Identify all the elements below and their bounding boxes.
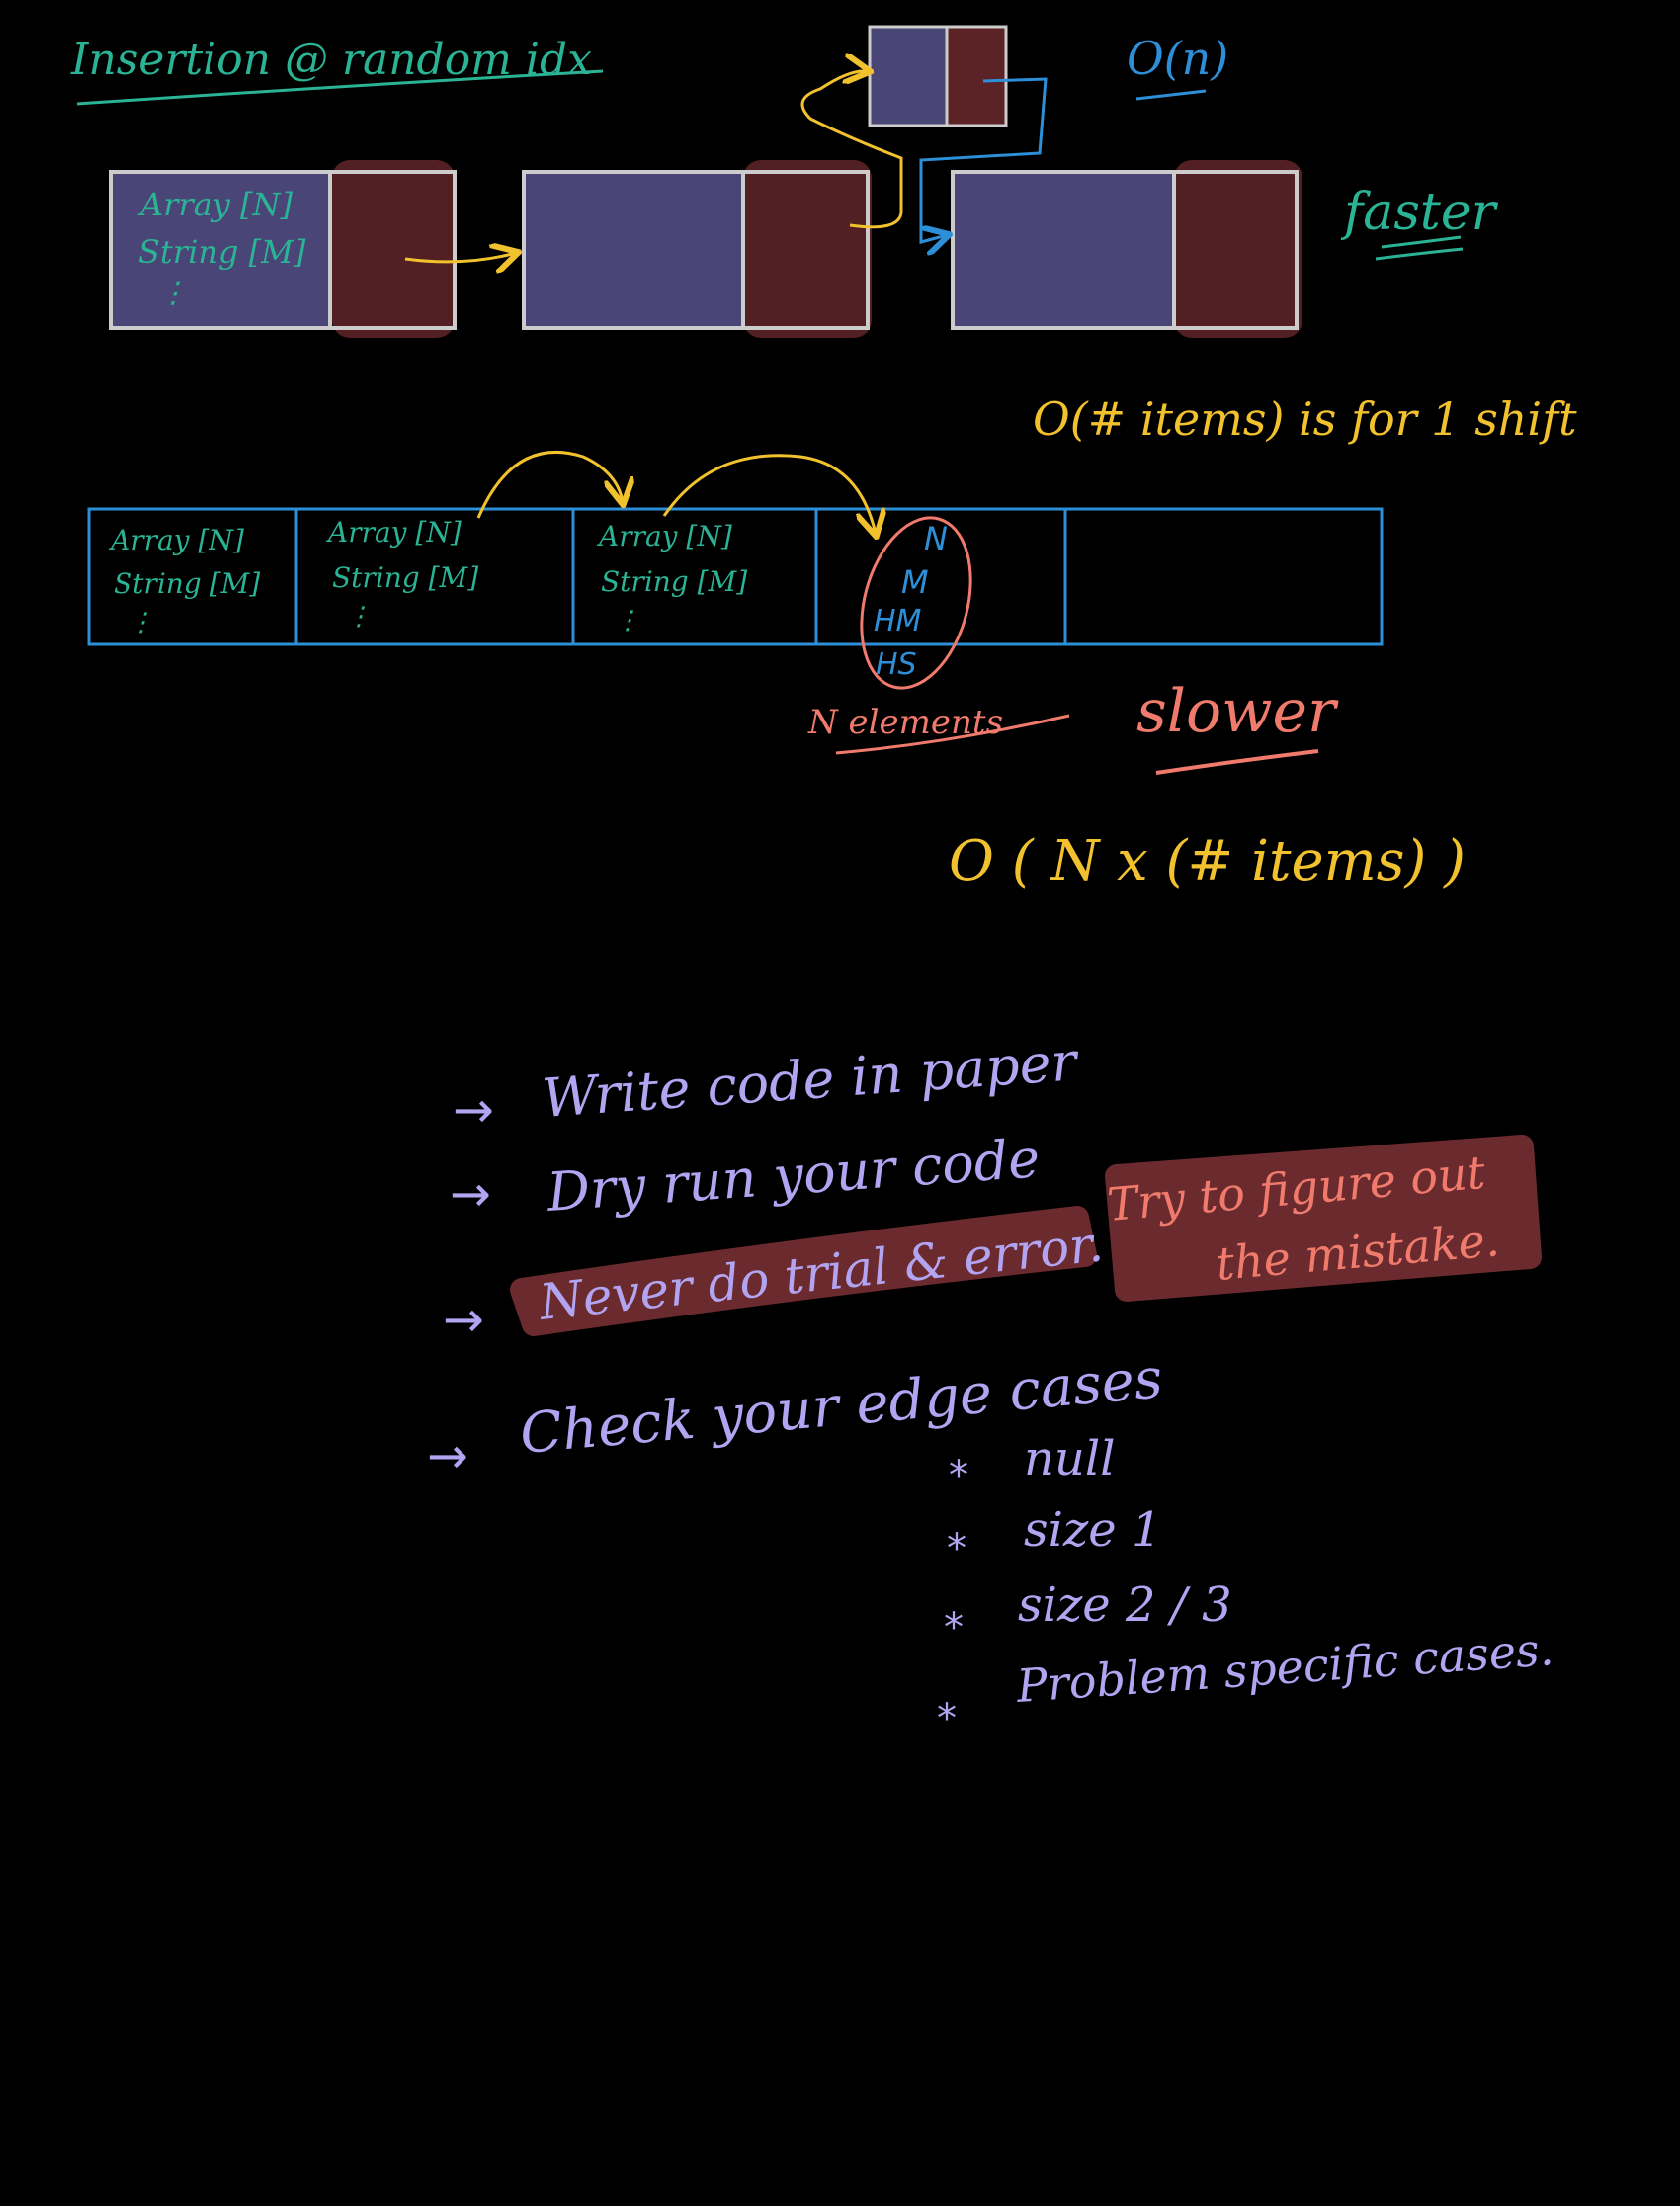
new-node (868, 25, 1008, 127)
linked-list-node-2 (522, 160, 872, 338)
item-n: N (924, 520, 948, 557)
node1-line3: ⋮ (158, 276, 188, 310)
tip-never-trial: Never do trial & error. (536, 1215, 1106, 1331)
edge-bullet-2: * (947, 1526, 966, 1571)
edge-bullet-3: * (944, 1605, 964, 1651)
edge-case-null: null (1024, 1431, 1116, 1486)
array-cell3-line2: String [M] (601, 565, 747, 598)
edge-bullet-4: * (937, 1696, 957, 1741)
item-hs: HS (876, 647, 917, 682)
node1-line1: Array [N] (137, 186, 294, 223)
label-faster: faster (1340, 183, 1499, 242)
array-cell2-line2: String [M] (332, 561, 478, 594)
array-cell3-line3: ⋮ (615, 606, 640, 636)
linked-list-complexity: O(n) (1127, 32, 1228, 85)
linked-list-node-1: Array [N] String [M] ⋮ (109, 160, 457, 338)
tip-arrow-2: → (450, 1165, 491, 1223)
edge-case-size-1: size 1 (1024, 1502, 1161, 1558)
label-slower: slower (1136, 677, 1339, 746)
item-m: M (901, 563, 929, 601)
array-cell3-line1: Array [N] (596, 520, 732, 552)
whiteboard-canvas: Insertion @ random idx O(n) Array [N] St… (70, 25, 1577, 1741)
complexity-underline (1135, 89, 1207, 101)
tip-arrow-3: → (443, 1291, 484, 1348)
new-node-next (947, 27, 1006, 126)
tip-write-code: Write code in paper (541, 1030, 1082, 1130)
array-cell2-line3: ⋮ (346, 602, 372, 632)
tip-dry-run: Dry run your code (545, 1127, 1043, 1224)
item-hm: HM (874, 604, 922, 638)
note-one-shift: O(# items) is for 1 shift (1033, 392, 1577, 446)
tip-arrow-1: → (453, 1081, 494, 1139)
node1-line2: String [M] (138, 233, 306, 271)
edge-bullet-1: * (949, 1453, 968, 1498)
array-cell1-line2: String [M] (114, 567, 260, 600)
new-node-data (870, 27, 947, 126)
array-complexity: O ( N x (# items) ) (949, 829, 1466, 893)
edge-case-problem-specific: Problem specific cases. (1014, 1622, 1555, 1713)
linked-list-node-3 (951, 160, 1302, 338)
tip-arrow-4: → (427, 1427, 468, 1485)
array-cell2-line1: Array [N] (325, 516, 462, 549)
edge-case-size-2-3: size 2 / 3 (1018, 1577, 1232, 1633)
array-cell1-line3: ⋮ (128, 608, 154, 637)
array-cell1-line1: Array [N] (108, 524, 244, 556)
